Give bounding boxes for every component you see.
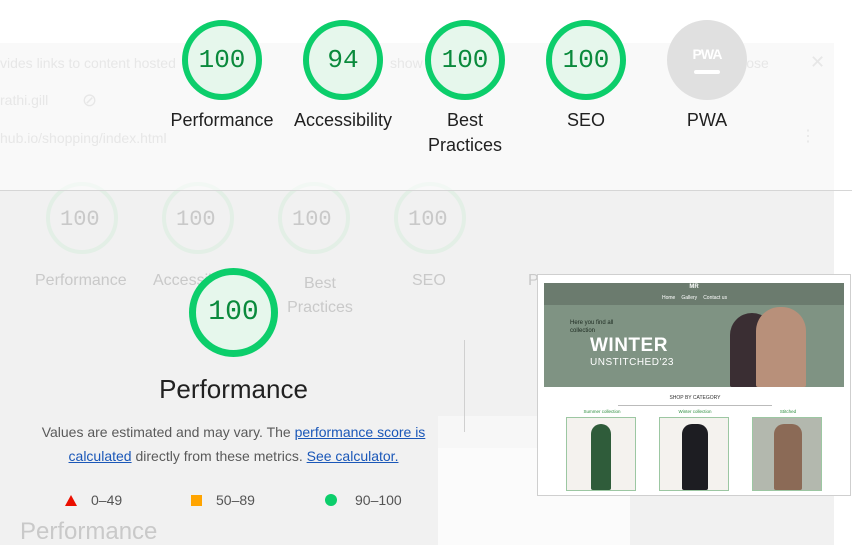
desc-middle: directly from these metrics. xyxy=(131,448,307,464)
thumb-hero-sub: UNSTITCHED'23 xyxy=(590,357,674,368)
summary-best-practices[interactable]: 100 Best Practices xyxy=(405,20,525,158)
summary-divider xyxy=(0,190,852,191)
performance-gauge[interactable]: 100 xyxy=(182,20,262,100)
see-calculator-link[interactable]: See calculator. xyxy=(307,448,399,464)
pwa-label: PWA xyxy=(686,110,728,130)
thumb-logo: MR xyxy=(689,284,699,290)
legend-fail-range: 0–49 xyxy=(91,492,123,508)
accessibility-label: Accessibility xyxy=(293,110,393,130)
thumb-card-1 xyxy=(566,417,636,491)
ghost-gauge-1 xyxy=(46,182,118,254)
legend-average-range: 50–89 xyxy=(216,492,255,508)
pass-circle-icon xyxy=(325,494,337,506)
thumb-nav-home: Home xyxy=(662,295,676,301)
performance-title: Performance xyxy=(159,374,308,404)
summary-seo[interactable]: 100 SEO xyxy=(526,20,646,133)
thumb-category-1: Summer collection xyxy=(583,409,621,414)
pwa-dash-icon xyxy=(694,70,720,74)
thumb-shop-heading: SHOP BY CATEGORY xyxy=(669,395,721,401)
seo-score: 100 xyxy=(562,45,610,75)
thumb-nav: Home Gallery Contact us xyxy=(662,295,733,301)
performance-label: Performance xyxy=(170,110,274,130)
ghost-label-1: Performance xyxy=(35,272,127,289)
page-screenshot[interactable]: MR Home Gallery Contact us Here you find a… xyxy=(537,274,851,496)
legend-pass: 90–100 xyxy=(325,490,402,510)
best-practices-gauge[interactable]: 100 xyxy=(425,20,505,100)
legend-average: 50–89 xyxy=(191,490,255,510)
thumb-header: MR Home Gallery Contact us xyxy=(544,283,844,305)
ghost-gauge-4 xyxy=(394,182,466,254)
performance-big-score: 100 xyxy=(208,297,259,328)
thumb-model-2 xyxy=(756,307,806,387)
thumb-hero: Here you find all collection WINTER UNST… xyxy=(544,305,844,387)
best-practices-score: 100 xyxy=(441,45,489,75)
ghost-gauge-2 xyxy=(162,182,234,254)
thumb-figure-1 xyxy=(591,424,611,490)
thumb-hero-small: Here you find all collection xyxy=(570,320,614,334)
ghost-label-4: SEO xyxy=(412,272,446,289)
thumb-figure-3 xyxy=(774,424,802,490)
summary-pwa[interactable]: PWA PWA xyxy=(647,20,767,133)
legend-pass-range: 90–100 xyxy=(355,492,402,508)
average-square-icon xyxy=(191,494,202,506)
thumb-nav-contact: Contact us xyxy=(703,295,728,301)
fail-triangle-icon xyxy=(65,494,77,506)
seo-gauge[interactable]: 100 xyxy=(546,20,626,100)
thumb-card-2 xyxy=(659,417,729,491)
performance-score: 100 xyxy=(198,45,246,75)
pwa-badge-icon: PWA xyxy=(692,46,723,62)
thumb-hero-title: WINTER xyxy=(590,335,668,356)
performance-big-gauge: 100 xyxy=(189,268,278,357)
thumb-shop-line xyxy=(618,405,772,406)
ghost-gauge-3 xyxy=(278,182,350,254)
desc-prefix: Values are estimated and may vary. The xyxy=(41,424,295,440)
pwa-gauge[interactable]: PWA xyxy=(667,20,747,100)
accessibility-gauge[interactable]: 94 xyxy=(303,20,383,100)
section-divider xyxy=(464,340,465,432)
ghost-score-1: 100 xyxy=(60,207,100,232)
thumb-category-2: Winter collection xyxy=(678,409,712,414)
seo-label: SEO xyxy=(566,110,605,130)
ghost-score-3: 100 xyxy=(292,207,332,232)
performance-description: Values are estimated and may vary. The p… xyxy=(30,420,437,468)
thumb-figure-2 xyxy=(682,424,708,490)
ghost-score-2: 100 xyxy=(176,207,216,232)
best-practices-label: Best Practices xyxy=(427,110,503,155)
ghost-score-4: 100 xyxy=(408,207,448,232)
thumb-category-3: Stitched xyxy=(779,409,797,414)
accessibility-score: 94 xyxy=(327,45,359,75)
summary-accessibility[interactable]: 94 Accessibility xyxy=(283,20,403,133)
ghost-bottom-heading: Performance xyxy=(20,518,158,545)
summary-performance[interactable]: 100 Performance xyxy=(162,20,282,133)
legend-fail: 0–49 xyxy=(65,490,122,510)
thumb-nav-gallery: Gallery xyxy=(681,295,698,301)
thumb-card-3 xyxy=(752,417,822,491)
ghost-label-3: Best Practices xyxy=(287,275,353,316)
